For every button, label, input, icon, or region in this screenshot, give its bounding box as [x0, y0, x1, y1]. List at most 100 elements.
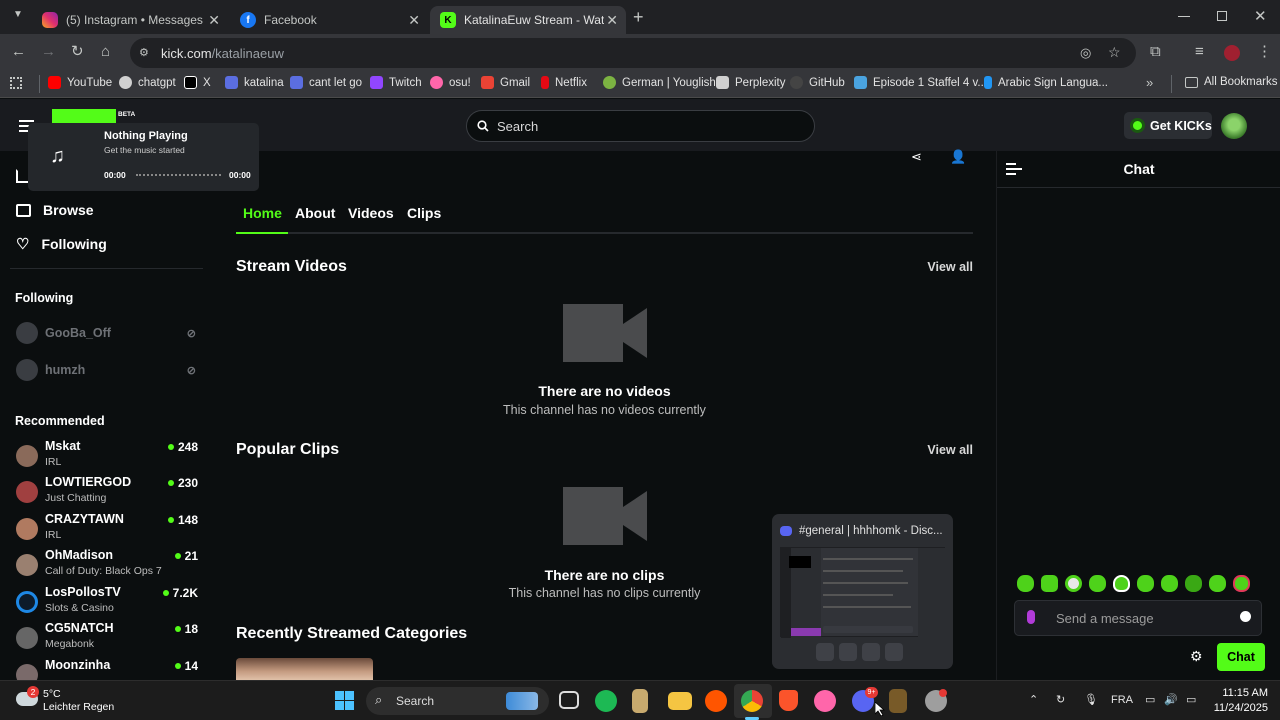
bookmark-github[interactable]: GitHub [790, 76, 845, 89]
recommended-channel[interactable]: LosPollosTV Slots & Casino 7.2K [16, 585, 202, 619]
recommended-channel[interactable]: CRAZYTAWN IRL 148 [16, 512, 202, 546]
nav-following[interactable]: ♡ Following [16, 235, 107, 253]
recommended-channel[interactable]: Moonzinha 14 [16, 658, 202, 680]
emote-icon[interactable] [1161, 575, 1178, 592]
view-all-videos-link[interactable]: View all [927, 260, 973, 274]
close-tab-icon[interactable]: ✕ [208, 12, 220, 29]
bookmark-netflix[interactable]: Netflix [541, 76, 587, 89]
tracking-protection-icon[interactable]: ◎ [1080, 45, 1091, 61]
browser-tab-facebook[interactable]: f Facebook ✕ [230, 6, 428, 34]
user-avatar[interactable] [1221, 113, 1247, 139]
sync-icon[interactable]: ↻ [1056, 693, 1065, 706]
share-icon[interactable]: ⋖ [911, 149, 922, 165]
bookmark-osu[interactable]: osu! [430, 76, 471, 89]
bookmark-youtube[interactable]: YouTube [48, 76, 112, 89]
emote-icon[interactable] [1065, 575, 1082, 592]
league-icon[interactable] [632, 689, 648, 713]
disconnect-icon[interactable] [885, 643, 903, 661]
start-windows-icon[interactable] [335, 691, 354, 710]
following-channel[interactable]: humzh ⊘ [16, 359, 200, 381]
tab-about[interactable]: About [295, 205, 335, 221]
headphones-icon[interactable] [862, 643, 880, 661]
forward-icon[interactable]: → [41, 44, 56, 60]
weather-widget[interactable]: 2 5°C Leichter Regen [16, 686, 116, 715]
category-thumbnail[interactable] [236, 658, 373, 680]
league-client-icon[interactable] [889, 689, 907, 713]
microphone-icon[interactable]: 🎙 [1084, 693, 1098, 706]
menu-icon[interactable]: ⋮ [1257, 44, 1272, 60]
task-view-icon[interactable] [559, 691, 579, 709]
emote-icon[interactable] [1233, 575, 1250, 592]
emote-icon[interactable] [1185, 575, 1202, 592]
profile-avatar[interactable] [1224, 45, 1240, 61]
brave-icon[interactable] [779, 690, 798, 711]
show-hidden-icons[interactable]: ⌃ [1029, 693, 1038, 706]
minimize-icon[interactable] [1178, 16, 1190, 17]
reload-icon[interactable]: ↻ [71, 44, 84, 60]
bookmark-x[interactable]: X [184, 76, 211, 89]
recommended-channel[interactable]: LOWTIERGOD Just Chatting 230 [16, 475, 202, 509]
microphone-icon[interactable] [1027, 610, 1035, 624]
network-icon[interactable]: ▭ [1145, 693, 1155, 706]
view-all-clips-link[interactable]: View all [927, 443, 973, 457]
close-tab-icon[interactable]: ✕ [606, 12, 618, 29]
bookmark-gmail[interactable]: Gmail [481, 76, 530, 89]
bookmark-episode[interactable]: Episode 1 Staffel 4 v... [854, 76, 987, 89]
emote-icon[interactable] [1113, 575, 1130, 592]
emote-icon[interactable] [1017, 575, 1034, 592]
recommended-channel[interactable]: Mskat IRL 248 [16, 439, 202, 473]
media-control-icon[interactable]: ≡ [1195, 44, 1204, 60]
emote-icon[interactable] [1209, 575, 1226, 592]
bookmark-star-icon[interactable]: ☆ [1108, 44, 1121, 61]
camera-icon[interactable] [816, 643, 834, 661]
emote-icon[interactable] [1089, 575, 1106, 592]
clock-time[interactable]: 11:15 AM [1210, 687, 1268, 699]
spotify-icon[interactable] [595, 690, 617, 712]
emoji-icon[interactable] [1240, 611, 1251, 622]
taskbar-search[interactable]: ⌕ Search [366, 687, 549, 715]
tab-clips[interactable]: Clips [407, 205, 441, 221]
new-tab-icon[interactable]: + [633, 7, 644, 28]
apps-grid-icon[interactable] [10, 77, 22, 89]
battery-icon[interactable]: ▭ [1186, 693, 1196, 706]
clock-date[interactable]: 11/24/2025 [1204, 702, 1268, 714]
emote-icon[interactable] [1137, 575, 1154, 592]
chat-send-button[interactable]: Chat [1217, 643, 1265, 671]
browser-tab-kick[interactable]: K KatalinaEuw Stream - Watch Liv ✕ [430, 6, 626, 34]
bookmark-youglish[interactable]: German | Youglish [603, 76, 716, 89]
volume-icon[interactable]: 🔊 [1164, 693, 1178, 706]
back-icon[interactable]: ← [11, 44, 26, 60]
nav-browse[interactable]: Browse [16, 202, 94, 218]
emote-icon[interactable] [1041, 575, 1058, 592]
player-progress-bar[interactable] [136, 174, 221, 176]
recommended-channel[interactable]: OhMadison Call of Duty: Black Ops 7 21 [16, 548, 202, 582]
bookmark-cant-let-go[interactable]: cant let go [290, 76, 362, 89]
restore-icon[interactable] [1217, 11, 1227, 21]
chrome-icon[interactable] [741, 690, 763, 712]
osu-icon[interactable] [814, 690, 836, 712]
tab-videos[interactable]: Videos [348, 205, 394, 221]
follow-user-icon[interactable]: 👤 [950, 149, 966, 165]
bookmark-arabic-sign[interactable]: Arabic Sign Langua... [984, 76, 1108, 89]
search-bar[interactable]: Search [466, 110, 815, 142]
site-info-icon[interactable]: ⚙ [139, 46, 153, 59]
chat-input[interactable]: Send a message [1014, 600, 1262, 636]
browser-tab-instagram[interactable]: (5) Instagram • Messages ✕ [32, 6, 228, 34]
bookmark-katalina[interactable]: katalina [225, 76, 284, 89]
get-kicks-button[interactable]: Get KICKs [1124, 112, 1212, 139]
file-explorer-icon[interactable] [668, 692, 692, 710]
close-tab-icon[interactable]: ✕ [408, 12, 420, 29]
address-bar[interactable]: ⚙ kick.com/katalinaeuw ◎ ☆ [130, 38, 1136, 68]
home-icon[interactable]: ⌂ [101, 44, 110, 60]
language-indicator[interactable]: FRA [1111, 694, 1133, 706]
extensions-icon[interactable]: ⧉ [1150, 44, 1161, 60]
more-bookmarks-icon[interactable]: » [1146, 75, 1153, 90]
discord-window-preview[interactable]: #general | hhhhomk - Disc... [772, 514, 953, 669]
tab-home[interactable]: Home [243, 205, 282, 221]
following-channel[interactable]: GooBa_Off ⊘ [16, 322, 200, 344]
soundcloud-icon[interactable] [705, 690, 727, 712]
bookmark-perplexity[interactable]: Perplexity [716, 76, 786, 89]
chat-settings-icon[interactable]: ⚙ [1190, 648, 1203, 665]
recommended-channel[interactable]: CG5NATCH Megabonk 18 [16, 621, 202, 655]
all-bookmarks[interactable]: All Bookmarks [1185, 76, 1278, 88]
